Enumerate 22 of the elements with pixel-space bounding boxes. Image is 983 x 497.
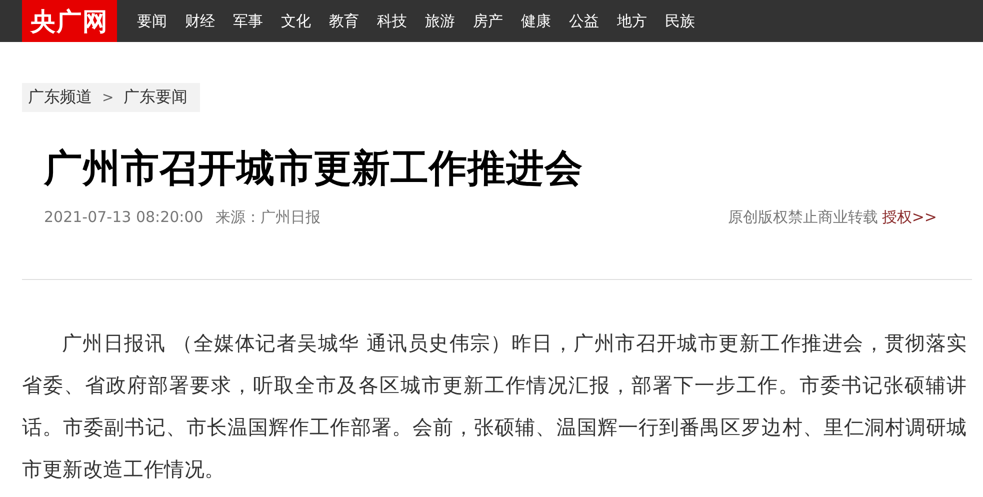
nav-link[interactable]: 旅游 — [425, 12, 455, 30]
license-link[interactable]: 授权>> — [882, 208, 937, 226]
breadcrumb-link[interactable]: 广东频道 — [28, 87, 92, 108]
nav-link[interactable]: 军事 — [233, 12, 263, 30]
nav-link[interactable]: 文化 — [281, 12, 311, 30]
publish-date: 2021-07-13 08:20:00 — [44, 208, 204, 227]
nav-link[interactable]: 房产 — [473, 12, 503, 30]
article-paragraph: 广州日报讯 （全媒体记者吴城华 通讯员史伟宗）昨日，广州市召开城市更新工作推进会，贯彻落实省委、省政府部署要求，听取全市及各区城市更新工作情况汇报，部署下一步工作。市委书记张硕辅讲话。市委副书记、市长温国辉作工作部署。会前，张硕辅、温国辉一行到番禺区罗边村、里仁洞村调研城市更新改造工作情况。 — [22, 330, 967, 483]
nav-link[interactable]: 要闻 — [137, 12, 167, 30]
nav-link[interactable]: 健康 — [521, 12, 551, 30]
nav-link[interactable]: 公益 — [569, 12, 599, 30]
breadcrumb-link[interactable]: 广东要闻 — [124, 87, 188, 108]
article-source: 来源：广州日报 — [215, 208, 320, 227]
nav-link[interactable]: 财经 — [185, 12, 215, 30]
breadcrumb-separator: > — [102, 90, 114, 106]
nav-link[interactable]: 地方 — [617, 12, 647, 30]
nav-link[interactable]: 科技 — [377, 12, 407, 30]
nav-link[interactable]: 教育 — [329, 12, 359, 30]
copyright-notice: 原创版权禁止商业转载 — [728, 208, 878, 226]
site-logo[interactable]: 央广网 — [22, 0, 117, 42]
nav-link[interactable]: 民族 — [665, 12, 695, 30]
article-title: 广州市召开城市更新工作推进会 — [44, 145, 584, 192]
